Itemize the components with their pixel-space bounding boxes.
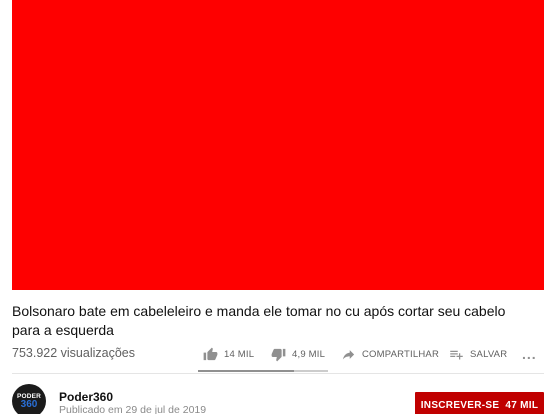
- more-actions-button[interactable]: ...: [522, 345, 537, 363]
- video-page: Bolsonaro bate em cabeleleiro e manda el…: [0, 0, 544, 414]
- divider: [12, 373, 544, 374]
- video-actions-bar: 14 MIL 4,9 MIL COMPARTILHAR SALVAR ...: [0, 345, 544, 365]
- subscriber-count: 47 MIL: [505, 399, 539, 411]
- thumbs-up-icon: [203, 347, 218, 360]
- save-label: SALVAR: [470, 348, 508, 360]
- playlist-add-icon: [450, 350, 463, 359]
- avatar-logo-bottom: 360: [20, 398, 38, 410]
- share-label: COMPARTILHAR: [362, 348, 440, 360]
- like-button[interactable]: 14 MIL: [203, 345, 254, 363]
- video-title: Bolsonaro bate em cabeleleiro e manda el…: [12, 303, 506, 338]
- save-button[interactable]: SALVAR: [449, 345, 507, 363]
- channel-name[interactable]: Poder360: [59, 390, 113, 404]
- more-horizontal-icon: ...: [522, 346, 537, 362]
- video-player[interactable]: [12, 0, 544, 290]
- sentiment-bar: [198, 370, 328, 372]
- like-count: 14 MIL: [224, 348, 255, 360]
- share-arrow-icon: [342, 349, 355, 359]
- share-button[interactable]: COMPARTILHAR: [341, 345, 439, 363]
- dislike-count: 4,9 MIL: [292, 348, 326, 360]
- subscribe-button[interactable]: INSCREVER-SE 47 MIL: [415, 392, 544, 414]
- publish-date: Publicado em 29 de jul de 2019: [59, 404, 207, 414]
- dislike-button[interactable]: 4,9 MIL: [271, 345, 325, 363]
- subscribe-label: INSCREVER-SE: [420, 399, 500, 411]
- thumbs-down-icon: [271, 348, 286, 361]
- channel-avatar[interactable]: PODER 360: [12, 384, 46, 414]
- sentiment-bar-fill: [198, 370, 295, 372]
